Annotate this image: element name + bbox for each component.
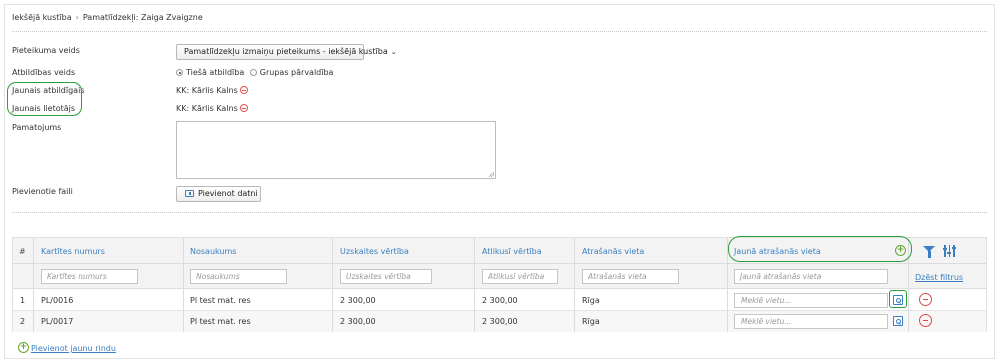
request-type-value: Pamatlīdzekļu izmaiņu pieteikums - iekšē… xyxy=(184,47,388,56)
column-header-location[interactable]: Atrašanās vieta xyxy=(582,247,644,256)
card-number-cell: PL/0016 xyxy=(41,296,74,305)
column-header-card-number[interactable]: Kartītes numurs xyxy=(41,247,105,256)
remaining-value-cell: 2 300,00 xyxy=(482,296,518,305)
location-cell: Rīga xyxy=(582,317,600,326)
upload-icon xyxy=(185,190,194,197)
column-divider xyxy=(33,238,34,332)
request-type-select[interactable]: Pamatlīdzekļu izmaiņu pieteikums - iekšē… xyxy=(176,44,397,60)
row-number: 1 xyxy=(20,296,26,305)
new-responsible-field: KK: Kārlis Kalns xyxy=(176,86,248,95)
remove-responsible-icon[interactable] xyxy=(239,86,248,94)
filter-icon[interactable] xyxy=(923,246,935,258)
highlight-annotation xyxy=(728,236,912,262)
highlight-annotation xyxy=(889,290,907,308)
column-divider xyxy=(574,238,575,332)
new-user-field: KK: Kārlis Kalns xyxy=(176,104,248,113)
radio-direct-responsibility[interactable] xyxy=(176,69,183,76)
column-divider xyxy=(332,238,333,332)
radio-group-management-label: Grupas pārvaldība xyxy=(259,68,334,77)
filter-name-input[interactable]: Nosaukums xyxy=(190,269,287,284)
chevron-down-icon: ⌄ xyxy=(390,48,397,56)
name-cell: Pl test mat. res xyxy=(190,317,251,326)
attachments-label: Pievienotie faili xyxy=(12,187,73,196)
filter-book-value-input[interactable]: Uzskaites vērtība xyxy=(340,269,432,284)
filter-new-location-input[interactable]: Jaunā atrašanās vieta xyxy=(734,269,888,284)
new-responsible-value: KK: Kārlis Kalns xyxy=(176,86,238,95)
responsibility-type-radio-group: Tiešā atbildība Grupas pārvaldība xyxy=(176,68,333,77)
breadcrumb-item-fixed-assets: Pamatlīdzekļi: Zaiga Zvaigzne xyxy=(82,13,203,22)
book-value-cell: 2 300,00 xyxy=(340,317,376,326)
column-header-book-value[interactable]: Uzskaites vērtība xyxy=(340,247,409,256)
book-value-cell: 2 300,00 xyxy=(340,296,376,305)
breadcrumb-separator: › xyxy=(75,13,79,22)
divider xyxy=(12,31,987,32)
column-divider xyxy=(474,238,475,332)
new-user-value: KK: Kārlis Kalns xyxy=(176,104,238,113)
justification-textarea[interactable] xyxy=(176,121,496,179)
radio-group-management[interactable] xyxy=(249,69,257,76)
column-header-name[interactable]: Nosaukums xyxy=(190,247,236,256)
name-cell: Pl test mat. res xyxy=(190,296,251,305)
remove-row-icon[interactable] xyxy=(919,293,932,306)
new-location-search-input[interactable]: Meklē vietu... xyxy=(734,293,888,308)
add-row-link[interactable]: Pievienot jaunu rindu xyxy=(31,344,116,353)
breadcrumb: Iekšējā kustība › Pamatlīdzekļi: Zaiga Zva… xyxy=(12,13,203,22)
card-number-cell: PL/0017 xyxy=(41,317,74,326)
filter-funnel-shape xyxy=(923,246,935,258)
location-cell: Rīga xyxy=(582,296,600,305)
radio-direct-responsibility-label: Tiešā atbildība xyxy=(186,68,245,77)
column-header-number: # xyxy=(19,247,26,256)
location-picker-icon[interactable] xyxy=(893,316,903,326)
breadcrumb-item-internal-movement[interactable]: Iekšējā kustība xyxy=(12,13,72,22)
remove-user-icon[interactable] xyxy=(239,104,248,112)
request-type-label: Pieteikuma veids xyxy=(12,46,80,55)
remove-row-icon[interactable] xyxy=(919,314,932,327)
clear-filters-link[interactable]: Dzēst filtrus xyxy=(915,273,963,282)
filter-remaining-value-input[interactable]: Atlikusī vērtība xyxy=(482,269,558,284)
filter-card-number-input[interactable]: Kartītes numurs xyxy=(41,269,138,284)
new-location-search-input[interactable]: Meklē vietu... xyxy=(734,314,888,329)
responsibility-type-label: Atbildības veids xyxy=(12,68,76,77)
filter-location-input[interactable]: Atrašanās vieta xyxy=(582,269,679,284)
remaining-value-cell: 2 300,00 xyxy=(482,317,518,326)
column-header-remaining-value[interactable]: Atlikusī vērtība xyxy=(482,247,542,256)
assets-table: # Kartītes numurs Nosaukums Uzskaites vē… xyxy=(12,236,987,332)
column-divider xyxy=(183,238,184,332)
column-settings-icon[interactable] xyxy=(942,245,956,257)
add-file-button[interactable]: Pievienot datni xyxy=(176,186,261,202)
row-number: 2 xyxy=(20,317,26,326)
add-row-icon[interactable]: + xyxy=(18,342,29,353)
justification-label: Pamatojums xyxy=(12,123,62,132)
add-file-button-label: Pievienot datni xyxy=(198,189,258,198)
highlight-annotation xyxy=(7,82,82,116)
divider xyxy=(12,212,987,213)
